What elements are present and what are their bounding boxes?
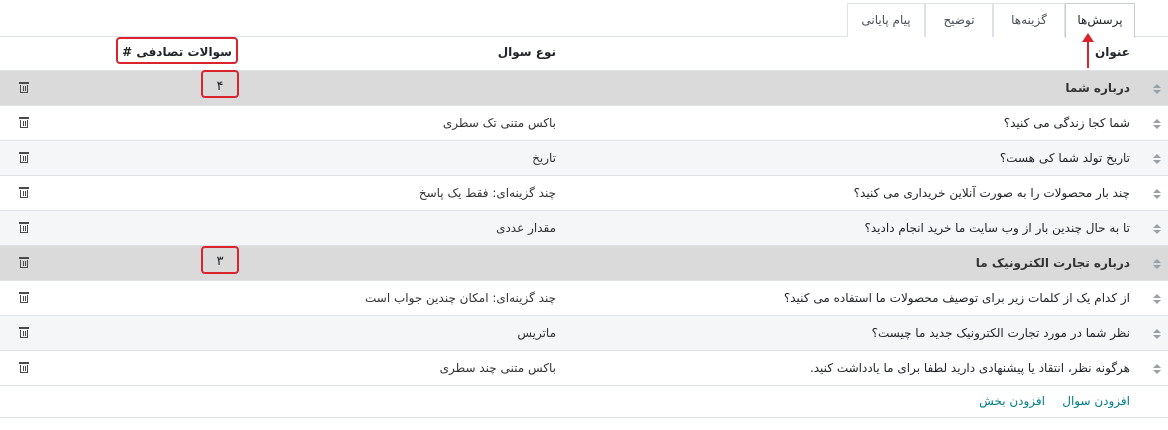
tab-questions[interactable]: پرسش‌ها bbox=[1065, 3, 1135, 38]
row-title: از کدام یک از کلمات زیر برای توصیف محصول… bbox=[783, 291, 1130, 305]
question-row[interactable]: تاریخ تولد شما کی هست؟ تاریخ bbox=[0, 140, 1168, 175]
sort-handle-icon[interactable] bbox=[1152, 224, 1162, 236]
row-question-type: باکس متنی تک سطری bbox=[442, 116, 556, 130]
trash-icon[interactable] bbox=[19, 117, 29, 128]
trash-icon[interactable] bbox=[19, 257, 29, 268]
tab-end-message[interactable]: پیام پایانی bbox=[847, 3, 925, 37]
row-question-type: چند گزینه‌ای: فقط یک پاسخ bbox=[418, 186, 556, 200]
row-title: درباره تجارت الکترونیک ما bbox=[975, 256, 1130, 270]
sort-handle-icon[interactable] bbox=[1152, 154, 1162, 166]
row-title: هرگونه نظر، انتقاد یا پیشنهادی دارید لطف… bbox=[809, 361, 1130, 375]
question-row[interactable]: شما کجا زندگی می کنید؟ باکس متنی تک سطری bbox=[0, 105, 1168, 140]
row-question-type: باکس متنی چند سطری bbox=[439, 361, 556, 375]
column-header-question-type[interactable]: نوع سوال bbox=[498, 45, 556, 59]
question-row[interactable]: تا به حال چندین بار از وب سایت ما خرید ا… bbox=[0, 210, 1168, 245]
row-question-type: مقدار عددی bbox=[496, 221, 556, 235]
section-row[interactable]: درباره تجارت الکترونیک ما ۳ bbox=[0, 245, 1168, 280]
sort-handle-icon[interactable] bbox=[1152, 119, 1162, 131]
highlight-count-1 bbox=[201, 70, 239, 98]
highlight-random-header bbox=[116, 37, 238, 64]
tab-description[interactable]: توضیح bbox=[925, 3, 993, 37]
tab-bar: پرسش‌ها گزینه‌ها توضیح پیام پایانی bbox=[0, 0, 1168, 38]
row-question-type: چند گزینه‌ای: امکان چندین جواب است bbox=[365, 291, 556, 305]
add-section-link[interactable]: افزودن بخش bbox=[979, 394, 1045, 408]
row-title: چند بار محصولات را به صورت آنلاین خریدار… bbox=[853, 186, 1130, 200]
trash-icon[interactable] bbox=[19, 187, 29, 198]
add-question-link[interactable]: افزودن سوال bbox=[1062, 394, 1130, 408]
trash-icon[interactable] bbox=[19, 292, 29, 303]
sort-handle-icon[interactable] bbox=[1152, 189, 1162, 201]
tab-options[interactable]: گزینه‌ها bbox=[993, 3, 1065, 37]
table-footer: افزودن سوال افزودن بخش bbox=[0, 385, 1168, 418]
row-question-type: ماتریس bbox=[517, 326, 556, 340]
trash-icon[interactable] bbox=[19, 327, 29, 338]
row-question-type: تاریخ bbox=[532, 151, 556, 165]
sort-handle-icon[interactable] bbox=[1152, 364, 1162, 376]
annotation-arrow bbox=[1087, 40, 1089, 68]
column-header-title[interactable]: عنوان bbox=[1095, 45, 1130, 59]
sort-handle-icon[interactable] bbox=[1152, 294, 1162, 306]
sort-handle-icon[interactable] bbox=[1152, 84, 1162, 96]
row-title: نظر شما در مورد تجارت الکترونیک جدید ما … bbox=[871, 326, 1130, 340]
annotation-arrow-head bbox=[1082, 33, 1094, 42]
trash-icon[interactable] bbox=[19, 362, 29, 373]
row-title: تاریخ تولد شما کی هست؟ bbox=[999, 151, 1130, 165]
sort-handle-icon[interactable] bbox=[1152, 259, 1162, 271]
question-row[interactable]: چند بار محصولات را به صورت آنلاین خریدار… bbox=[0, 175, 1168, 210]
questions-table: عنوان نوع سوال # سوالات تصادفی درباره شم… bbox=[0, 37, 1168, 418]
section-row[interactable]: درباره شما ۴ bbox=[0, 70, 1168, 105]
question-row[interactable]: نظر شما در مورد تجارت الکترونیک جدید ما … bbox=[0, 315, 1168, 350]
question-row[interactable]: از کدام یک از کلمات زیر برای توصیف محصول… bbox=[0, 280, 1168, 315]
highlight-count-2 bbox=[201, 246, 239, 274]
row-title: شما کجا زندگی می کنید؟ bbox=[1003, 116, 1130, 130]
trash-icon[interactable] bbox=[19, 222, 29, 233]
trash-icon[interactable] bbox=[19, 82, 29, 93]
sort-handle-icon[interactable] bbox=[1152, 329, 1162, 341]
row-title: تا به حال چندین بار از وب سایت ما خرید ا… bbox=[864, 221, 1130, 235]
question-row[interactable]: هرگونه نظر، انتقاد یا پیشنهادی دارید لطف… bbox=[0, 350, 1168, 385]
trash-icon[interactable] bbox=[19, 152, 29, 163]
row-title: درباره شما bbox=[1065, 81, 1130, 95]
